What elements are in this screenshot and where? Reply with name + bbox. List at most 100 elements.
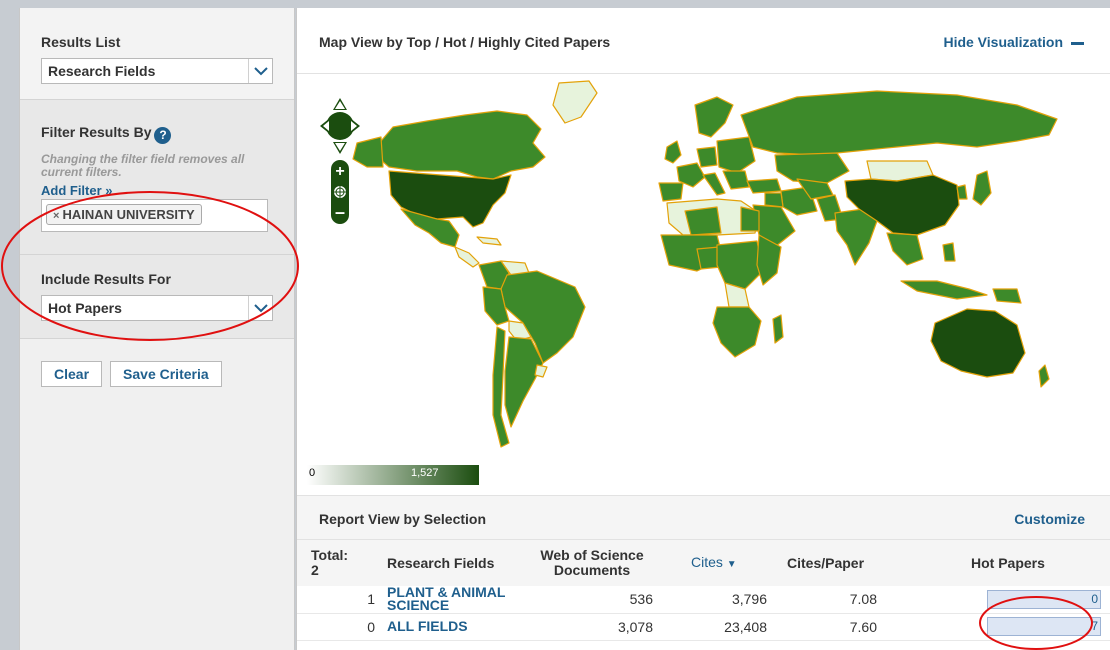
field-link[interactable]: ALL FIELDS (387, 613, 527, 641)
region-uruguay (534, 364, 548, 378)
customize-link[interactable]: Customize (1014, 511, 1085, 527)
field-header[interactable]: Research Fields (387, 540, 527, 586)
region-argentina (504, 336, 544, 428)
region-australia (930, 308, 1026, 378)
world-map[interactable]: + – 0 1,527 (297, 75, 1110, 495)
filter-input[interactable]: × HAINAN UNIVERSITY (41, 199, 268, 232)
row-rank: 0 (297, 613, 387, 641)
results-list-heading: Results List (41, 34, 121, 50)
table-row: 0 ALL FIELDS 3,078 23,408 7.60 7 (297, 613, 1110, 641)
world-map-svg[interactable] (297, 75, 1110, 495)
map-navigation: + – (320, 96, 360, 229)
svg-text:–: – (335, 202, 345, 222)
minus-icon (1071, 41, 1084, 45)
hot-bar: 7 (987, 617, 1101, 636)
legend-min: 0 (309, 467, 316, 479)
row-hot: 7 (897, 613, 1110, 641)
results-list-section: Results List Research Fields (20, 8, 294, 100)
filter-chip-label: HAINAN UNIVERSITY (62, 207, 195, 222)
region-greenland (552, 80, 598, 124)
region-southeast-asia (886, 232, 924, 266)
main-panel: Map View by Top / Hot / Highly Cited Pap… (296, 8, 1110, 650)
svg-text:+: + (335, 163, 344, 180)
hot-header[interactable]: Hot Papers (897, 540, 1110, 586)
chevron-down-icon[interactable] (248, 296, 272, 320)
include-section: Include Results For Hot Papers (20, 255, 294, 339)
filter-heading-label: Filter Results By (41, 124, 152, 140)
region-turkey (746, 178, 782, 194)
include-value: Hot Papers (48, 300, 122, 316)
region-new-zealand (1038, 364, 1050, 388)
region-egypt (740, 206, 760, 232)
chevron-down-icon[interactable] (248, 59, 272, 83)
filter-note: Changing the filter field removes all cu… (41, 152, 245, 179)
include-heading: Include Results For (41, 271, 171, 287)
cpp-header[interactable]: Cites/Paper (767, 540, 897, 586)
region-russia (740, 90, 1058, 156)
region-papua (992, 288, 1022, 304)
region-kazakhstan (774, 152, 850, 184)
sort-desc-icon: ▼ (726, 558, 737, 570)
region-central-africa (716, 240, 764, 290)
sidebar: Results List Research Fields Filter Resu… (19, 8, 295, 650)
hide-visualization-link[interactable]: Hide Visualization (943, 34, 1084, 50)
add-filter-link[interactable]: Add Filter » (41, 183, 294, 198)
region-eastern-europe (716, 136, 756, 174)
region-spain (658, 182, 684, 202)
cites-header[interactable]: Cites ▼ (657, 540, 767, 586)
row-docs: 3,078 (527, 613, 657, 641)
map-title: Map View by Top / Hot / Highly Cited Pap… (319, 34, 611, 50)
filter-section: Filter Results By? Changing the filter f… (20, 100, 294, 255)
total-header: Total: 2 (297, 540, 387, 586)
field-link[interactable]: PLANT & ANIMAL SCIENCE (387, 585, 527, 614)
table-header-row: Total: 2 Research Fields Web of Science D… (297, 540, 1110, 586)
region-indonesia (900, 280, 988, 300)
region-caribbean (476, 236, 502, 246)
help-icon[interactable]: ? (154, 127, 172, 144)
results-list-select[interactable]: Research Fields (41, 58, 273, 84)
remove-filter-icon[interactable]: × (53, 210, 59, 222)
table-row: 1 PLANT & ANIMAL SCIENCE 536 3,796 7.08 … (297, 585, 1110, 614)
hot-bar: 0 (987, 589, 1101, 609)
region-italy (702, 172, 726, 196)
region-uk (664, 140, 682, 164)
row-cites: 23,408 (657, 613, 767, 641)
hide-visualization-label: Hide Visualization (943, 34, 1063, 50)
row-rank: 1 (297, 586, 387, 614)
docs-header[interactable]: Web of Science Documents (527, 540, 657, 586)
region-balkans (722, 170, 750, 190)
region-iraq (764, 192, 784, 208)
region-usa (388, 170, 512, 228)
report-table: Total: 2 Research Fields Web of Science D… (297, 540, 1110, 641)
region-korea (956, 184, 968, 200)
region-japan (972, 170, 992, 206)
region-central-america (454, 246, 480, 268)
region-germany (696, 146, 718, 168)
row-cpp: 7.60 (767, 613, 897, 641)
legend-gradient (307, 465, 479, 485)
report-panel: Report View by Selection Customize Total… (297, 495, 1110, 650)
map-header: Map View by Top / Hot / Highly Cited Pap… (297, 8, 1110, 74)
region-madagascar (772, 314, 784, 344)
region-canada (374, 110, 546, 180)
filter-chip[interactable]: × HAINAN UNIVERSITY (46, 204, 202, 225)
report-title: Report View by Selection (319, 511, 487, 527)
row-docs: 536 (527, 586, 657, 614)
region-philippines (942, 242, 956, 262)
region-algeria (684, 206, 722, 236)
row-hot: 0 (897, 586, 1110, 614)
legend-max: 1,527 (411, 467, 439, 479)
action-buttons: Clear Save Criteria (20, 339, 294, 387)
region-scandinavia (694, 96, 734, 138)
row-cites: 3,796 (657, 586, 767, 614)
report-header: Report View by Selection Customize (297, 496, 1110, 540)
region-southern-africa (712, 306, 762, 358)
row-cpp: 7.08 (767, 586, 897, 614)
save-criteria-button[interactable]: Save Criteria (110, 361, 222, 387)
zoom-control-icon[interactable]: + – (331, 160, 349, 224)
filter-heading: Filter Results By? (41, 124, 294, 144)
results-list-value: Research Fields (48, 63, 156, 79)
include-select[interactable]: Hot Papers (41, 295, 273, 321)
clear-button[interactable]: Clear (41, 361, 103, 387)
pan-control-icon[interactable] (320, 98, 360, 154)
